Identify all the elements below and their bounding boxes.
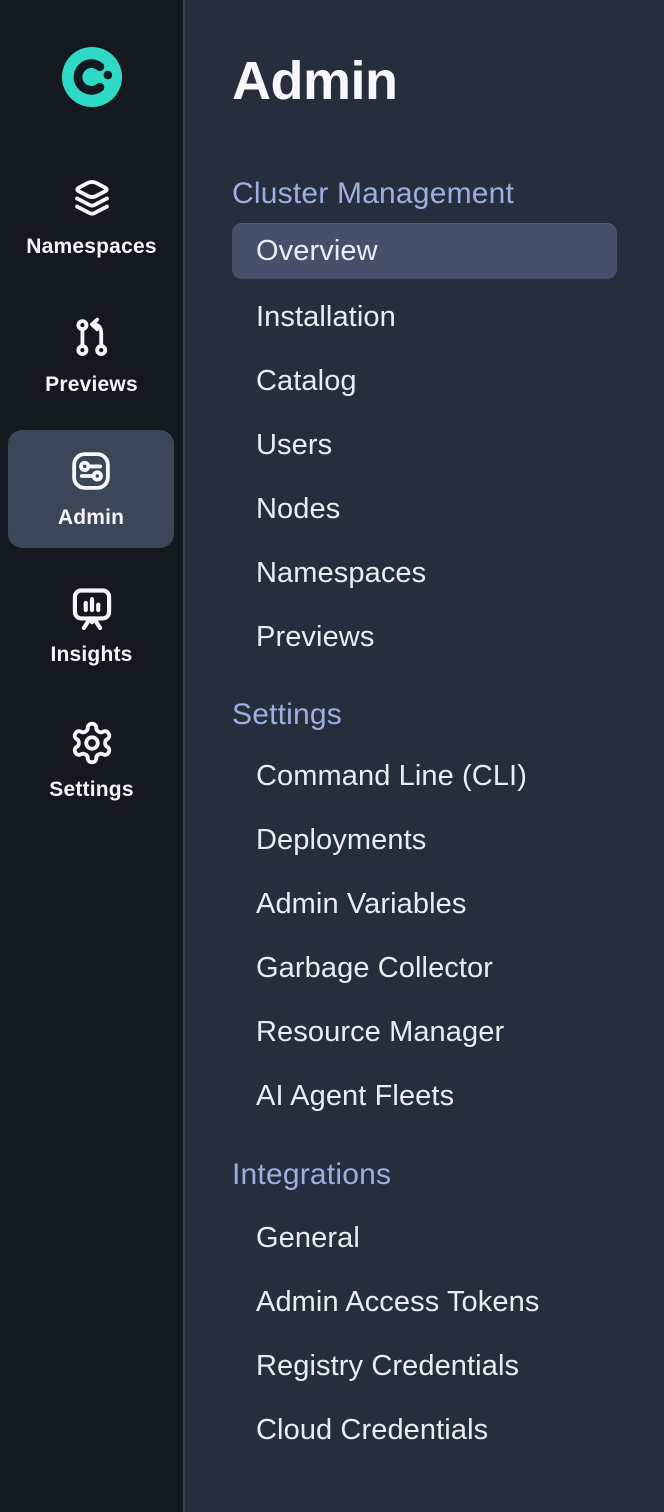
nav-item-registry-credentials[interactable]: Registry Credentials bbox=[232, 1334, 617, 1398]
sidebar-item-namespaces[interactable]: Namespaces bbox=[0, 177, 183, 260]
gear-icon bbox=[69, 720, 115, 766]
sidebar-item-label: Admin bbox=[58, 505, 124, 531]
nav-item-command-line-cli[interactable]: Command Line (CLI) bbox=[232, 744, 617, 808]
sliders-box-icon bbox=[68, 448, 114, 494]
nav-item-catalog[interactable]: Catalog bbox=[232, 349, 617, 413]
nav-item-installation[interactable]: Installation bbox=[232, 285, 617, 349]
nav-item-users[interactable]: Users bbox=[232, 413, 617, 477]
nav-item-cloud-credentials[interactable]: Cloud Credentials bbox=[232, 1398, 617, 1462]
nav-item-deployments[interactable]: Deployments bbox=[232, 808, 617, 872]
nav-item-admin-variables[interactable]: Admin Variables bbox=[232, 872, 617, 936]
section-header-settings: Settings bbox=[232, 697, 617, 733]
preview-branch-icon bbox=[69, 315, 115, 361]
nav-item-namespaces[interactable]: Namespaces bbox=[232, 541, 617, 605]
admin-subnav-panel: Admin Cluster Management Overview Instal… bbox=[185, 0, 664, 1512]
sidebar-item-label: Insights bbox=[50, 642, 132, 668]
sidebar-item-settings[interactable]: Settings bbox=[0, 720, 183, 803]
namespaces-stack-icon bbox=[69, 177, 115, 223]
nav-item-previews[interactable]: Previews bbox=[232, 605, 617, 669]
nav-item-ai-agent-fleets[interactable]: AI Agent Fleets bbox=[232, 1064, 617, 1128]
left-rail: Namespaces Previews bbox=[0, 0, 185, 1512]
sidebar-item-previews[interactable]: Previews bbox=[0, 315, 183, 398]
integrations-list: General Admin Access Tokens Registry Cre… bbox=[232, 1206, 617, 1462]
app-root: Namespaces Previews bbox=[0, 0, 664, 1512]
nav-item-nodes[interactable]: Nodes bbox=[232, 477, 617, 541]
logo-button[interactable] bbox=[0, 46, 183, 108]
sidebar-item-label: Namespaces bbox=[26, 234, 156, 260]
nav-item-general[interactable]: General bbox=[232, 1206, 617, 1270]
page-title: Admin bbox=[232, 52, 617, 110]
sidebar-item-label: Settings bbox=[49, 777, 133, 803]
okteto-logo-icon bbox=[61, 46, 123, 108]
sidebar-item-admin[interactable]: Admin bbox=[8, 430, 174, 548]
nav-item-admin-access-tokens[interactable]: Admin Access Tokens bbox=[232, 1270, 617, 1334]
sidebar-item-insights[interactable]: Insights bbox=[0, 585, 183, 668]
cluster-management-list: Installation Catalog Users Nodes Namespa… bbox=[232, 285, 617, 669]
settings-list: Command Line (CLI) Deployments Admin Var… bbox=[232, 744, 617, 1128]
sidebar-item-label: Previews bbox=[45, 372, 138, 398]
nav-item-garbage-collector[interactable]: Garbage Collector bbox=[232, 936, 617, 1000]
nav-item-resource-manager[interactable]: Resource Manager bbox=[232, 1000, 617, 1064]
section-header-integrations: Integrations bbox=[232, 1157, 617, 1193]
nav-item-overview[interactable]: Overview bbox=[232, 223, 617, 279]
section-header-cluster-management: Cluster Management bbox=[232, 176, 617, 212]
chart-easel-icon bbox=[67, 585, 117, 631]
